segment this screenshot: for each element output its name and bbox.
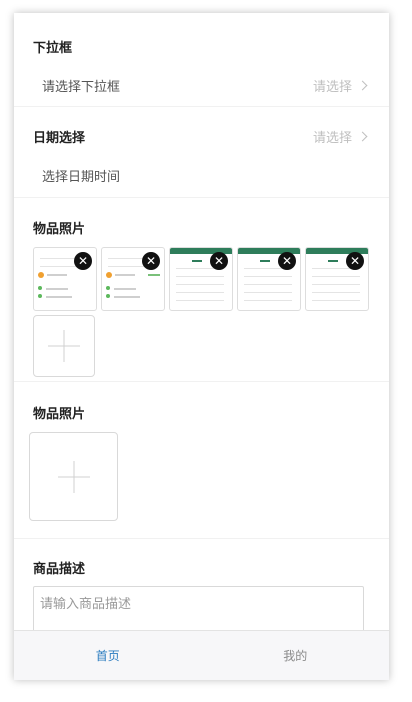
add-photo-button-large[interactable] bbox=[29, 432, 118, 521]
description-textarea[interactable]: 请输入商品描述 bbox=[33, 586, 364, 630]
photo-thumb-1[interactable]: ✕ bbox=[33, 247, 97, 311]
close-icon[interactable]: ✕ bbox=[278, 252, 296, 270]
date-title: 日期选择 bbox=[33, 131, 86, 146]
dropdown-placeholder: 请选择 bbox=[312, 80, 352, 95]
dropdown-section: 下拉框 请选择下拉框 请选择 bbox=[14, 13, 389, 107]
dropdown-select[interactable]: 请选择下拉框 请选择 bbox=[33, 76, 369, 95]
photo-thumb-5[interactable]: ✕ bbox=[305, 247, 369, 311]
description-section: 商品描述 请输入商品描述 bbox=[14, 539, 389, 630]
phone-frame: 下拉框 请选择下拉框 请选择 日期选择 请选择 选择日期时间 物品照片 ✕ ✕ … bbox=[14, 13, 389, 680]
photos-section-2: 物品照片 bbox=[14, 382, 389, 539]
description-placeholder: 请输入商品描述 bbox=[40, 597, 132, 612]
date-value: 选择日期时间 bbox=[42, 170, 121, 185]
close-icon[interactable]: ✕ bbox=[346, 252, 364, 270]
photos-title-2: 物品照片 bbox=[33, 407, 86, 422]
photo-thumb-3[interactable]: ✕ bbox=[169, 247, 233, 311]
close-icon[interactable]: ✕ bbox=[74, 252, 92, 270]
description-title: 商品描述 bbox=[33, 562, 86, 577]
dropdown-right: 请选择 bbox=[313, 76, 369, 95]
chevron-right-icon bbox=[357, 131, 368, 142]
close-icon[interactable]: ✕ bbox=[142, 252, 160, 270]
tab-bar: 首页 我的 bbox=[14, 630, 389, 680]
chevron-right-icon bbox=[357, 80, 368, 91]
tab-home[interactable]: 首页 bbox=[14, 631, 202, 680]
close-icon[interactable]: ✕ bbox=[210, 252, 228, 270]
date-picker[interactable]: 日期选择 请选择 bbox=[33, 127, 369, 146]
photos-title-1: 物品照片 bbox=[33, 222, 86, 237]
photo-thumb-4[interactable]: ✕ bbox=[237, 247, 301, 311]
dropdown-value: 请选择下拉框 bbox=[42, 80, 121, 95]
photo-thumb-2[interactable]: ✕ bbox=[101, 247, 165, 311]
date-placeholder: 请选择 bbox=[312, 131, 352, 146]
tab-mine[interactable]: 我的 bbox=[202, 631, 390, 680]
date-right: 请选择 bbox=[313, 127, 369, 146]
dropdown-title: 下拉框 bbox=[33, 41, 73, 56]
form-content: 下拉框 请选择下拉框 请选择 日期选择 请选择 选择日期时间 物品照片 ✕ ✕ … bbox=[14, 13, 389, 630]
date-section: 日期选择 请选择 选择日期时间 bbox=[14, 107, 389, 198]
photos-section-1: 物品照片 ✕ ✕ ✕ ✕ ✕ bbox=[14, 198, 389, 382]
add-photo-button[interactable] bbox=[33, 315, 95, 377]
photo-thumbnails: ✕ ✕ ✕ ✕ ✕ bbox=[33, 247, 389, 311]
